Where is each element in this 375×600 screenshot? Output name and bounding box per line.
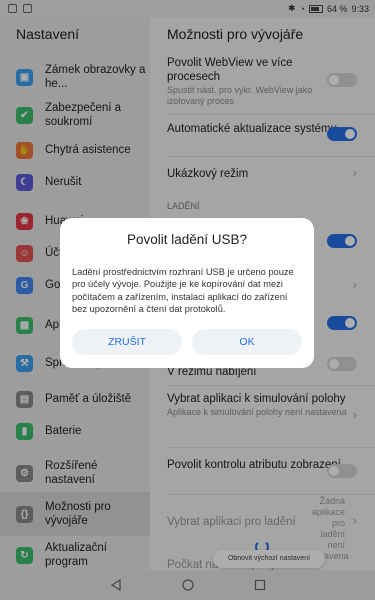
dialog-message: Ladění prostřednictvím rozhraní USB je u…: [72, 267, 294, 314]
dialog-title: Povolit ladění USB?: [126, 232, 248, 247]
ok-button[interactable]: OK: [192, 329, 302, 355]
usb-debugging-dialog: Povolit ladění USB? Ladění prostřednictv…: [60, 218, 314, 368]
cancel-button[interactable]: ZRUŠIT: [72, 329, 182, 355]
